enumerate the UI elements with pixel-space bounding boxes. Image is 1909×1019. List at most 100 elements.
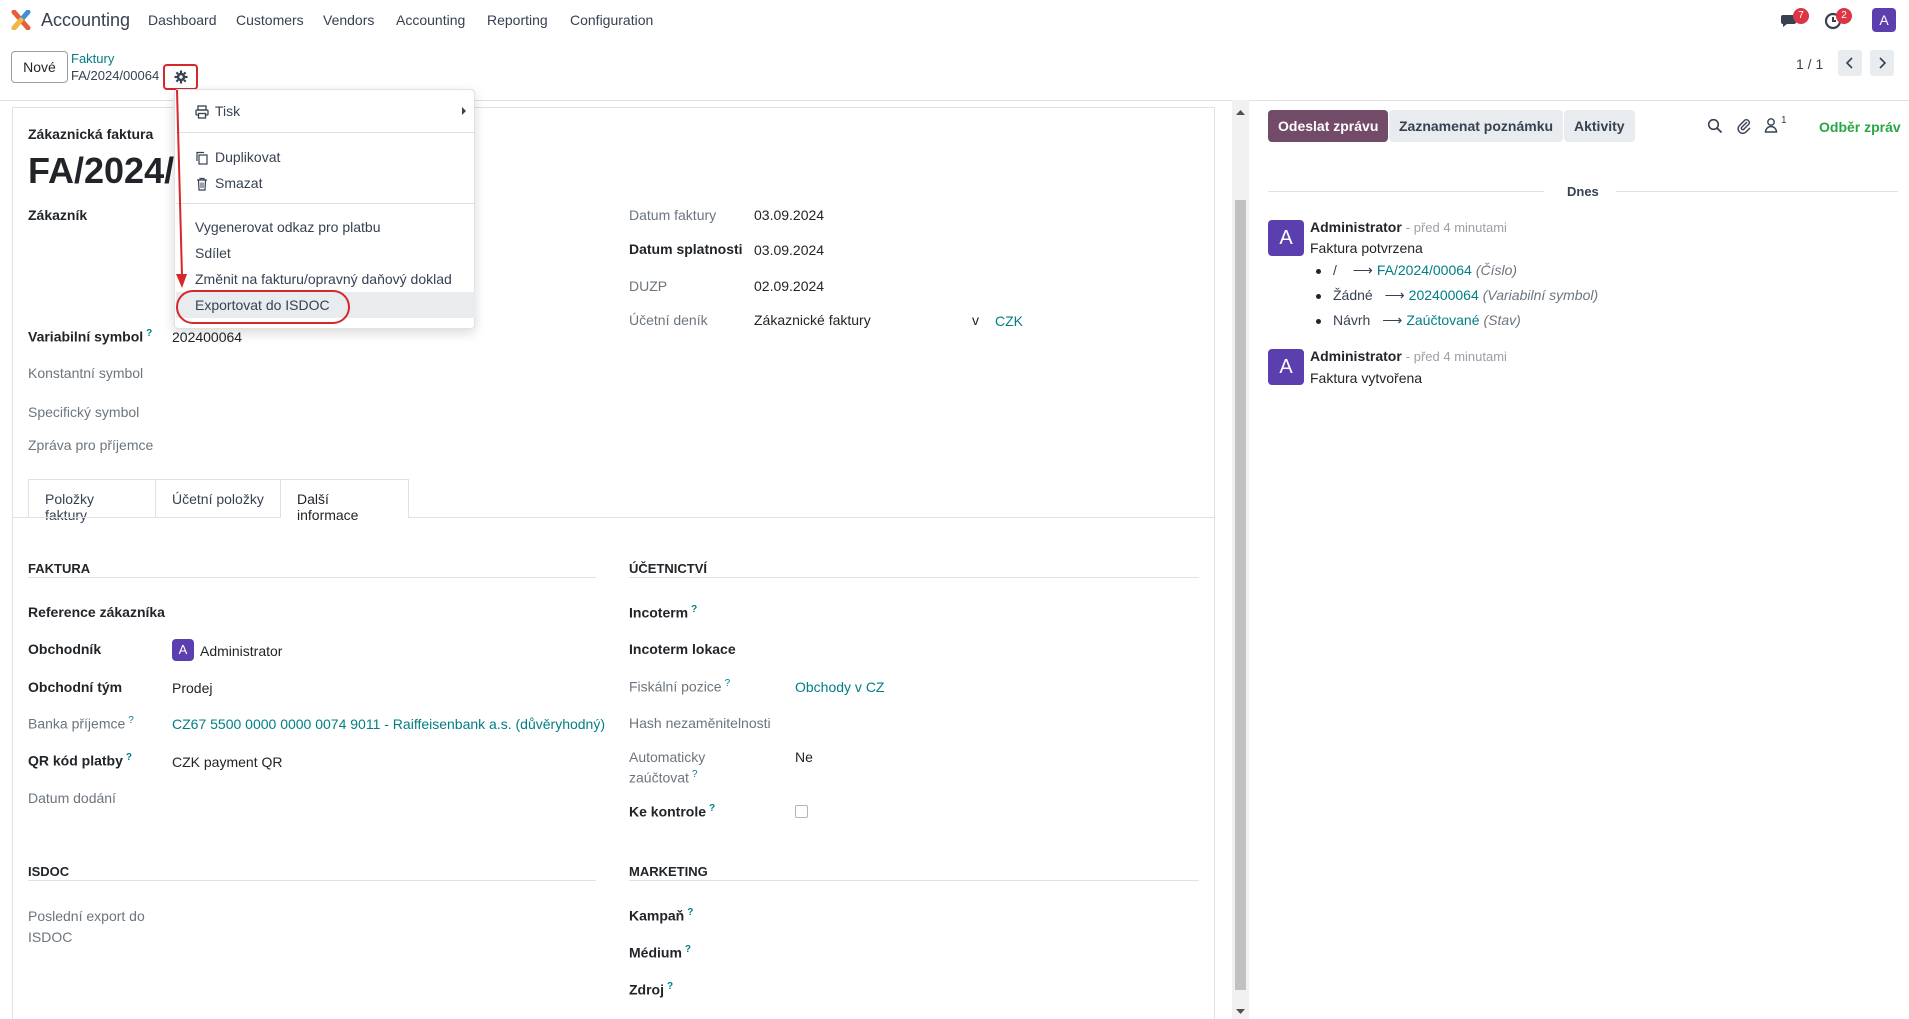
accounting-section-title: ÚČETNICTVÍ — [629, 561, 707, 576]
last-export-label-line2: ISDOC — [28, 929, 73, 945]
auto-post-label-line2: zaúčtovat? — [629, 769, 698, 786]
duzp-value[interactable]: 02.09.2024 — [754, 278, 824, 294]
tracking-value-varsymbol: Žádné ⟶ 202400064 (Variabilní symbol) — [1316, 287, 1598, 304]
pager-previous-button[interactable] — [1838, 50, 1862, 76]
duzp-label: DUZP — [629, 278, 668, 294]
scroll-up-icon[interactable] — [1235, 108, 1246, 116]
due-date-value[interactable]: 03.09.2024 — [754, 242, 824, 258]
tab-other-info[interactable]: Další informace — [280, 479, 409, 523]
search-icon[interactable] — [1707, 118, 1723, 134]
gear-icon — [174, 70, 188, 84]
day-separator-line-left — [1268, 191, 1544, 192]
scroll-down-icon[interactable] — [1235, 1008, 1246, 1016]
paperclip-icon[interactable] — [1736, 117, 1752, 134]
messages-badge: 7 — [1793, 8, 1809, 24]
variable-symbol-value[interactable]: 202400064 — [172, 329, 242, 345]
menu-configuration[interactable]: Configuration — [570, 12, 653, 28]
journal-label: Účetní deník — [629, 312, 708, 328]
followers-count: 1 — [1781, 115, 1787, 126]
salesperson-value[interactable]: Administrator — [200, 643, 282, 659]
new-button[interactable]: Nové — [11, 51, 68, 83]
log-note-button[interactable]: Zaznamenat poznámku — [1389, 110, 1564, 142]
fiscal-position-label: Fiskální pozice? — [629, 678, 731, 695]
message-avatar[interactable]: A — [1268, 220, 1304, 256]
auto-post-label: Automaticky — [629, 749, 706, 765]
menu-item-print[interactable]: Tisk — [176, 98, 475, 124]
incoterm-label: Incoterm? — [629, 604, 698, 621]
arrow-right-icon: ⟶ — [1382, 312, 1403, 328]
follow-button[interactable]: Odběr zpráv — [1819, 119, 1901, 135]
menu-item-convert[interactable]: Změnit na fakturu/opravný daňový doklad — [176, 266, 475, 292]
pager-value[interactable]: 1 / 1 — [1796, 56, 1823, 72]
menu-item-generate-payment-link[interactable]: Vygenerovat odkaz pro platbu — [176, 214, 475, 240]
menu-customers[interactable]: Customers — [236, 12, 304, 28]
invoice-section-line — [28, 577, 596, 578]
message-avatar[interactable]: A — [1268, 349, 1304, 385]
message-body: Faktura vytvořena — [1310, 370, 1423, 386]
marketing-section-line — [629, 880, 1199, 881]
auto-post-value[interactable]: Ne — [795, 749, 813, 765]
salesperson-label: Obchodník — [28, 641, 102, 657]
user-avatar[interactable]: A — [1872, 8, 1896, 32]
sales-team-label: Obchodní tým — [28, 679, 123, 695]
recipient-message-label: Zpráva pro příjemce — [28, 437, 154, 453]
activities-badge: 2 — [1836, 8, 1852, 24]
recipient-bank-label: Banka příjemce? — [28, 715, 134, 732]
form-scrollbar-thumb[interactable] — [1235, 200, 1246, 990]
invoice-section-title: FAKTURA — [28, 561, 91, 576]
accounting-section-line — [629, 577, 1199, 578]
menu-accounting[interactable]: Accounting — [396, 12, 465, 28]
qr-code-label: QR kód platby? — [28, 752, 133, 769]
breadcrumb-invoices[interactable]: Faktury — [71, 51, 114, 66]
app-name[interactable]: Accounting — [41, 10, 130, 31]
isdoc-section-line — [28, 880, 596, 881]
top-navbar: Accounting Dashboard Customers Vendors A… — [0, 0, 1909, 40]
tab-journal-items[interactable]: Účetní položky — [155, 479, 281, 517]
fiscal-position-value[interactable]: Obchody v CZ — [795, 679, 884, 695]
breadcrumb-current: FA/2024/00064 — [71, 68, 160, 83]
message-body: Faktura potvrzena — [1310, 240, 1423, 256]
message-author[interactable]: Administrator - před 4 minutami — [1310, 348, 1507, 364]
menu-vendors[interactable]: Vendors — [323, 12, 374, 28]
message-author[interactable]: Administrator - před 4 minutami — [1310, 219, 1507, 235]
tracking-value-number: / ⟶ FA/2024/00064 (Číslo) — [1316, 262, 1517, 279]
chevron-right-icon — [1879, 57, 1887, 69]
tracking-value-state: Návrh ⟶ Zaúčtované (Stav) — [1316, 312, 1521, 329]
constant-symbol-label: Konstantní symbol — [28, 365, 144, 381]
tab-invoice-lines[interactable]: Položky faktury — [28, 479, 156, 523]
campaign-label: Kampaň? — [629, 907, 694, 924]
day-separator-line-right — [1616, 191, 1898, 192]
followers-icon[interactable] — [1764, 117, 1778, 133]
accounting-app-icon[interactable] — [11, 10, 31, 30]
incoterm-location-label: Incoterm lokace — [629, 641, 736, 657]
actions-gear-button[interactable] — [163, 64, 198, 90]
menu-reporting[interactable]: Reporting — [487, 12, 548, 28]
sales-team-value[interactable]: Prodej — [172, 680, 212, 696]
invoice-date-label: Datum faktury — [629, 207, 717, 223]
menu-item-duplicate[interactable]: Duplikovat — [176, 144, 475, 170]
specific-symbol-label: Specifický symbol — [28, 404, 140, 420]
annotation-arrow-icon — [176, 89, 187, 288]
recipient-bank-value[interactable]: CZ67 5500 0000 0000 0074 9011 - Raiffeis… — [172, 716, 605, 732]
to-check-checkbox[interactable] — [795, 805, 808, 818]
invoice-date-value[interactable]: 03.09.2024 — [754, 207, 824, 223]
hash-label: Hash nezaměnitelnosti — [629, 715, 771, 731]
send-message-button[interactable]: Odeslat zprávu — [1268, 110, 1389, 142]
menu-item-share[interactable]: Sdílet — [176, 240, 475, 266]
due-date-label: Datum splatnosti — [629, 241, 743, 257]
delivery-date-label: Datum dodání — [28, 790, 116, 806]
annotation-highlight-oval — [176, 290, 350, 324]
journal-value[interactable]: Zákaznické faktury — [754, 312, 871, 328]
activities-button[interactable]: Aktivity — [1564, 110, 1635, 142]
qr-code-value[interactable]: CZK payment QR — [172, 754, 282, 770]
menu-item-delete[interactable]: Smazat — [176, 170, 475, 196]
copy-icon — [196, 152, 208, 165]
currency-value[interactable]: CZK — [995, 313, 1023, 329]
menu-dashboard[interactable]: Dashboard — [148, 12, 217, 28]
journal-in-text: v — [972, 312, 979, 328]
arrow-right-icon: ⟶ — [1352, 262, 1373, 278]
last-export-label: Poslední export do — [28, 908, 145, 924]
pager-next-button[interactable] — [1870, 50, 1894, 76]
isdoc-section-title: ISDOC — [28, 864, 70, 879]
marketing-section-title: MARKETING — [629, 864, 708, 879]
